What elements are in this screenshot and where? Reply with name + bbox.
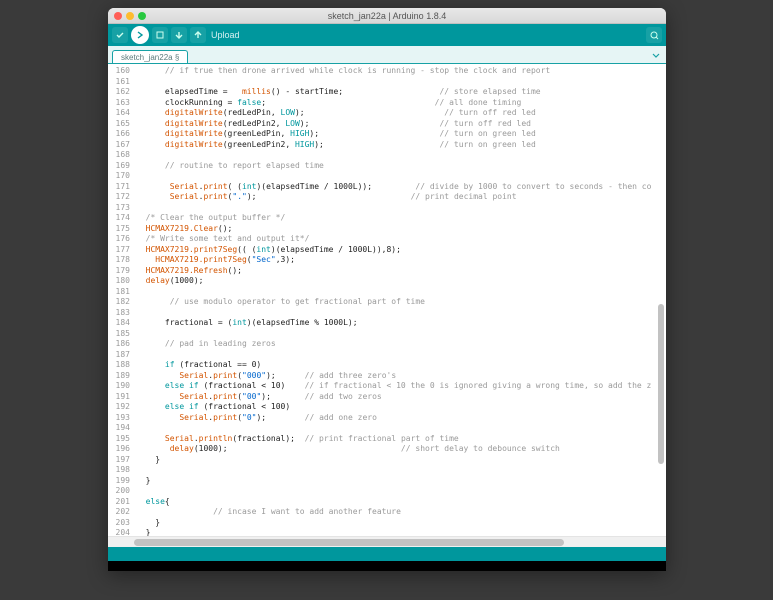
horizontal-scrollbar[interactable] xyxy=(108,536,666,547)
vertical-scrollbar[interactable] xyxy=(656,64,666,536)
verify-button[interactable] xyxy=(112,27,128,43)
titlebar: sketch_jan22a | Arduino 1.8.4 xyxy=(108,8,666,24)
serial-monitor-button[interactable] xyxy=(646,27,662,43)
new-button[interactable] xyxy=(152,27,168,43)
open-button[interactable] xyxy=(171,27,187,43)
save-button[interactable] xyxy=(190,27,206,43)
tab-strip: sketch_jan22a § xyxy=(108,46,666,64)
sketch-tab[interactable]: sketch_jan22a § xyxy=(112,50,188,63)
app-window: sketch_jan22a | Arduino 1.8.4 Upload ske… xyxy=(108,8,666,571)
toolbar: Upload xyxy=(108,24,666,46)
window-title: sketch_jan22a | Arduino 1.8.4 xyxy=(108,11,666,21)
console-area xyxy=(108,561,666,571)
code-editor[interactable]: 160 161 162 163 164 165 166 167 168 169 … xyxy=(108,64,666,536)
upload-label: Upload xyxy=(211,30,240,40)
vertical-scroll-thumb[interactable] xyxy=(658,304,664,464)
tab-menu-button[interactable] xyxy=(649,49,663,63)
code-area[interactable]: // if true then drone arrived while cloc… xyxy=(134,64,666,536)
horizontal-scroll-thumb[interactable] xyxy=(134,539,564,546)
status-bar xyxy=(108,547,666,561)
upload-button[interactable] xyxy=(131,26,149,44)
line-gutter: 160 161 162 163 164 165 166 167 168 169 … xyxy=(108,64,134,536)
